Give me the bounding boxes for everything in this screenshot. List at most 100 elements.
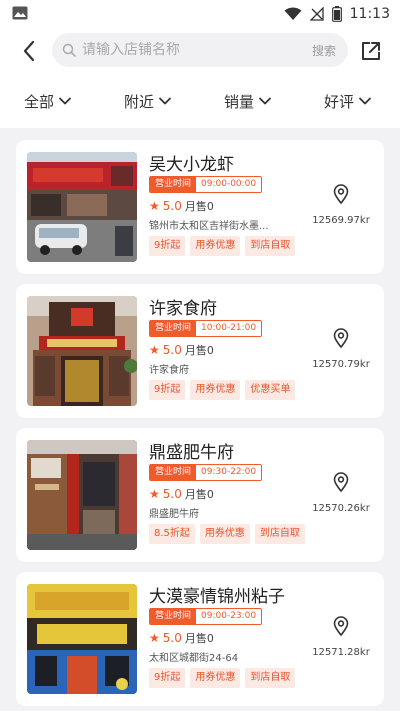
distance-value: 12570.26kr [312,503,370,514]
store-address: 许家食府 [149,365,189,376]
back-button[interactable] [14,36,44,66]
business-hours: 营业时间 10:00-21:00 [149,320,263,337]
store-name: 许家食府 [149,299,217,319]
distance: 12570.26kr [308,472,374,515]
store-name: 大漠豪情锦州粘子 [149,587,285,607]
chevron-left-icon [23,40,35,62]
distance-value: 12570.79kr [312,359,370,370]
filter-sales[interactable]: 销量 [224,90,272,112]
wifi-icon [284,7,302,20]
promo-tag: 到店自取 [245,668,296,688]
promo-tag: 用券优惠 [190,668,241,688]
distance: 12570.79kr [308,328,374,371]
promo-tags: 9折起 用券优惠 到店自取 [149,236,296,256]
star-icon: ★ [149,199,160,213]
monthly-sales: 月售0 [184,488,214,501]
rating-value: 5.0 [162,343,182,357]
business-hours: 营业时间 09:00-23:00 [149,608,263,625]
rating-value: 5.0 [162,199,182,213]
gallery-icon [12,6,28,20]
search-input[interactable] [82,33,292,67]
store-address: 鼎盛肥牛府 [149,509,199,520]
store-card[interactable]: 许家食府 营业时间 10:00-21:00 ★ 5.0 月售0 许家食府 9折起… [16,284,384,418]
location-pin-icon [333,616,349,636]
hours-value: 09:00-00:00 [196,177,262,192]
hours-label: 营业时间 [150,177,197,192]
distance: 12571.28kr [308,616,374,659]
star-icon: ★ [149,343,160,357]
store-name: 鼎盛肥牛府 [149,443,234,463]
monthly-sales: 月售0 [184,200,214,213]
business-hours: 营业时间 09:30-22:00 [149,464,263,481]
store-address: 太和区城都街24-64 [149,653,239,664]
promo-tag: 9折起 [149,380,186,400]
promo-tag: 9折起 [149,668,186,688]
filter-label: 销量 [224,92,255,111]
chevron-down-icon [159,97,171,105]
promo-tags: 8.5折起 用券优惠 到店自取 [149,524,305,544]
search-icon [62,43,76,57]
location-pin-icon [333,328,349,348]
hours-label: 营业时间 [150,465,197,480]
filter-label: 好评 [324,92,355,111]
monthly-sales: 月售0 [184,344,214,357]
rating-row: ★ 5.0 月售0 [149,198,214,214]
chevron-down-icon [259,97,271,105]
promo-tags: 9折起 用券优惠 到店自取 [149,668,296,688]
monthly-sales: 月售0 [184,632,214,645]
hours-value: 09:00-23:00 [196,609,262,624]
promo-tag: 优惠买单 [245,380,296,400]
search-bar: 搜索 [52,33,348,67]
distance-value: 12569.97kr [312,215,370,226]
distance-value: 12571.28kr [312,647,370,658]
promo-tags: 9折起 用券优惠 优惠买单 [149,380,296,400]
store-card[interactable]: 大漠豪情锦州粘子 营业时间 09:00-23:00 ★ 5.0 月售0 太和区城… [16,572,384,706]
promo-tag: 用券优惠 [199,524,250,544]
promo-tag: 9折起 [149,236,186,256]
store-name: 吴大小龙虾 [149,155,234,175]
business-hours: 营业时间 09:00-00:00 [149,176,263,193]
filter-nearby[interactable]: 附近 [124,90,172,112]
store-photo [27,440,137,550]
chevron-down-icon [359,97,371,105]
location-pin-icon [333,184,349,204]
star-icon: ★ [149,487,160,501]
rating-value: 5.0 [162,487,182,501]
chevron-down-icon [59,97,71,105]
distance: 12569.97kr [308,184,374,227]
filter-rating[interactable]: 好评 [324,90,372,112]
filter-all[interactable]: 全部 [24,90,72,112]
promo-tag: 用券优惠 [190,380,241,400]
rating-value: 5.0 [162,631,182,645]
hours-value: 10:00-21:00 [196,321,262,336]
star-icon: ★ [149,631,160,645]
filter-label: 附近 [124,92,155,111]
rating-row: ★ 5.0 月售0 [149,342,214,358]
store-address: 锦州市太和区吉祥街水墨... [149,221,269,232]
share-button[interactable] [358,38,384,64]
no-signal-icon [309,7,324,21]
search-button[interactable]: 搜索 [312,42,336,59]
hours-label: 营业时间 [150,321,197,336]
status-bar: 11:13 [0,0,400,28]
share-external-icon [362,42,380,60]
top-bar: 搜索 [0,28,400,74]
battery-icon [331,6,342,22]
filter-bar: 全部 附近 销量 好评 [0,74,400,128]
location-pin-icon [333,472,349,492]
store-photo [27,584,137,694]
hours-label: 营业时间 [150,609,197,624]
rating-row: ★ 5.0 月售0 [149,486,214,502]
store-photo [27,152,137,262]
filter-label: 全部 [24,92,55,111]
promo-tag: 用券优惠 [190,236,241,256]
store-photo [27,296,137,406]
store-card[interactable]: 吴大小龙虾 营业时间 09:00-00:00 ★ 5.0 月售0 锦州市太和区吉… [16,140,384,274]
clock: 11:13 [349,6,390,22]
store-card[interactable]: 鼎盛肥牛府 营业时间 09:30-22:00 ★ 5.0 月售0 鼎盛肥牛府 8… [16,428,384,562]
rating-row: ★ 5.0 月售0 [149,630,214,646]
promo-tag: 到店自取 [254,524,305,544]
hours-value: 09:30-22:00 [196,465,262,480]
promo-tag: 8.5折起 [149,524,195,544]
promo-tag: 到店自取 [245,236,296,256]
